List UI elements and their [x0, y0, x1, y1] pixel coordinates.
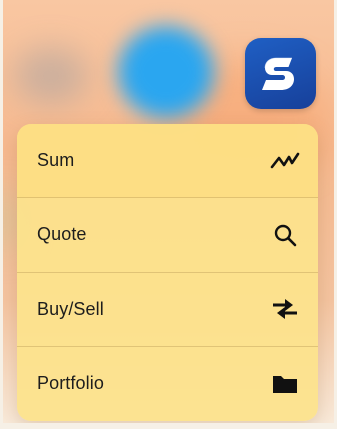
swap-arrows-icon [270, 295, 300, 323]
blurred-app-icon [14, 48, 88, 104]
menu-item-buy-sell[interactable]: Buy/Sell [17, 273, 318, 347]
menu-item-label: Quote [37, 224, 87, 245]
menu-item-label: Portfolio [37, 373, 104, 394]
chart-line-icon [270, 147, 300, 175]
menu-item-quote[interactable]: Quote [17, 198, 318, 273]
menu-item-portfolio[interactable]: Portfolio [17, 347, 318, 421]
search-icon [270, 221, 300, 249]
app-icon[interactable] [245, 38, 316, 109]
s-logo-icon [261, 57, 294, 90]
blurred-app-icon [0, 190, 18, 250]
menu-item-sum[interactable]: Sum [17, 124, 318, 199]
menu-item-label: Buy/Sell [37, 298, 104, 319]
quick-actions-menu: Sum Quote Buy/Sell Portfolio [17, 124, 318, 421]
blurred-app-icon [118, 26, 214, 118]
menu-item-label: Sum [37, 150, 75, 171]
folder-icon [270, 370, 300, 398]
